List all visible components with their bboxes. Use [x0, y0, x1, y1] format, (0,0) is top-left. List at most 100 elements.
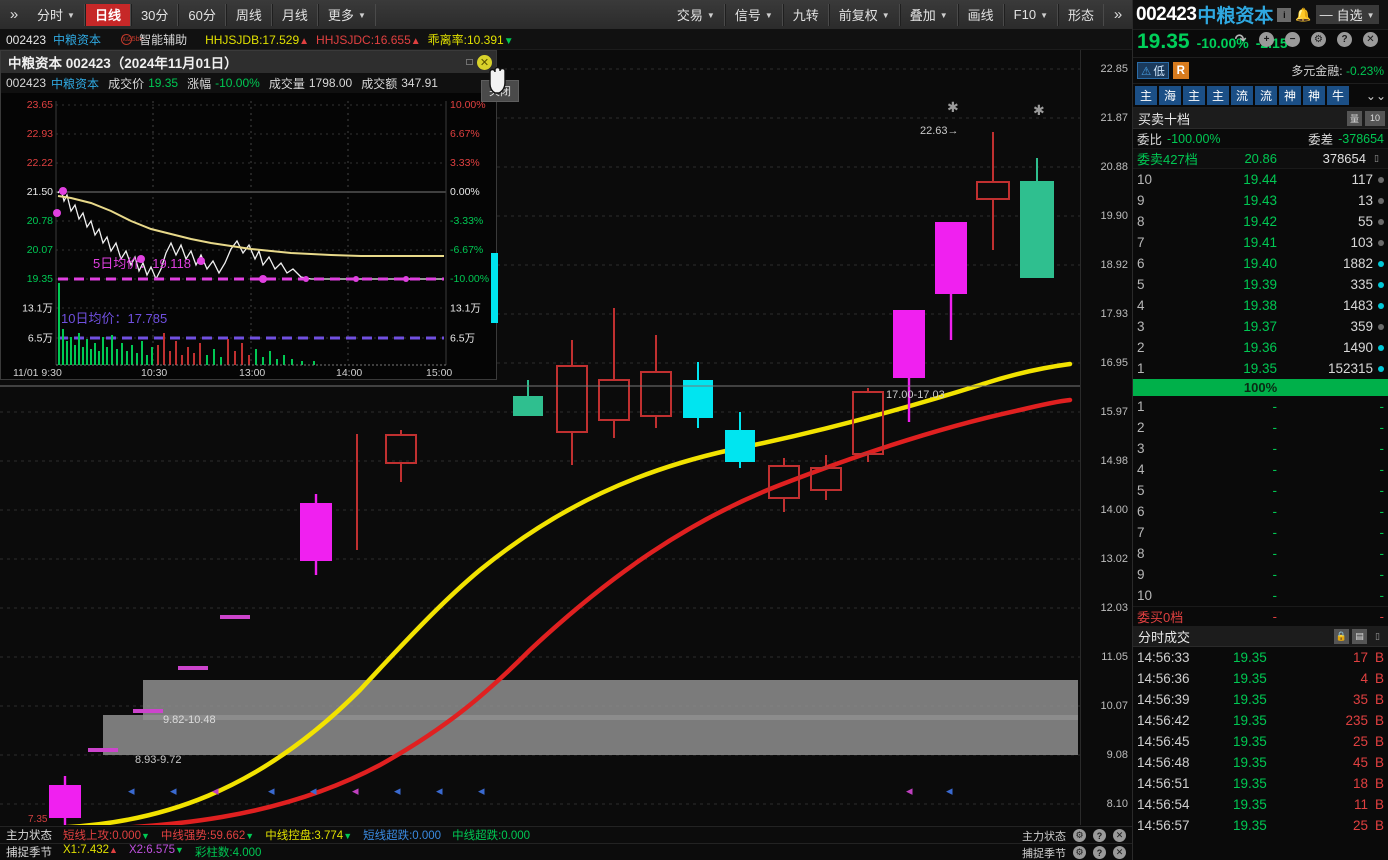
watchlist-button[interactable]: — 自选 ▼ — [1315, 5, 1379, 24]
indicator-hhjsjdb: HHJSJDB:17.529▲ — [205, 32, 310, 47]
orderbook-buy-row[interactable]: 7 - - — [1133, 522, 1388, 543]
gear-icon[interactable]: ⚙ — [1073, 829, 1086, 842]
indicator-item: 中线超跌:0.000 — [452, 830, 531, 842]
zoom-in-icon[interactable]: + — [1259, 32, 1274, 47]
close-icon[interactable]: ✕ — [1363, 32, 1378, 47]
orderbook-buy-row[interactable]: 3 - - — [1133, 438, 1388, 459]
tick-time: 14:56:39 — [1137, 692, 1190, 707]
toolbar-right-button[interactable]: F10 ▼ — [1003, 3, 1058, 26]
orderbook-sell-row[interactable]: 4 19.38 1483 — [1133, 295, 1388, 316]
feature-chip[interactable]: 主 — [1207, 86, 1229, 105]
toolbar-left-button[interactable]: 分时 ▼ — [28, 3, 85, 26]
orderbook-buy-row[interactable]: 6 - - — [1133, 501, 1388, 522]
orderbook-sell-row[interactable]: 10 19.44 117 — [1133, 169, 1388, 190]
chevron-down-icon[interactable]: ▼ — [358, 11, 366, 20]
feature-chip[interactable]: 流 — [1231, 86, 1253, 105]
orderbook-buy-row[interactable]: 5 - - — [1133, 480, 1388, 501]
orderbook-sell-row[interactable]: 8 19.42 55 — [1133, 211, 1388, 232]
lock-icon[interactable]: 🔒 — [1334, 628, 1349, 644]
tick-side: B — [1374, 734, 1384, 749]
sector-label[interactable]: 多元金融: -0.23% — [1291, 62, 1384, 79]
level-indicator-dot — [1378, 323, 1384, 330]
risk-label: 低 — [1153, 65, 1165, 78]
orderbook-sell-row[interactable]: 9 19.43 13 — [1133, 190, 1388, 211]
r-badge[interactable]: R — [1172, 62, 1189, 79]
toolbar-overflow-icon[interactable]: » — [1104, 0, 1132, 30]
feature-chip[interactable]: 流 — [1255, 86, 1277, 105]
chevron-down-icon[interactable]: ▼ — [882, 11, 890, 20]
orderbook-buy-row[interactable]: 4 - - — [1133, 459, 1388, 480]
volume-toggle-icon[interactable]: 量 — [1347, 110, 1362, 126]
level-badge[interactable]: 10 — [1365, 110, 1385, 126]
orderbook-sell-row[interactable]: 5 19.39 335 — [1133, 274, 1388, 295]
chevron-down-icon[interactable]: ▼ — [940, 11, 948, 20]
orderbook-sell-row[interactable]: 6 19.40 1882 — [1133, 253, 1388, 274]
risk-badge[interactable]: ⚠ 低 — [1137, 62, 1169, 79]
minute-chart-window[interactable]: 中粮资本 002423（2024年11月01日） □ ✕ 002423 中粮资本… — [0, 50, 498, 380]
minute-window-titlebar[interactable]: 中粮资本 002423（2024年11月01日） □ ✕ — [1, 51, 496, 73]
toolbar-right-button[interactable]: 叠加 ▼ — [899, 3, 958, 26]
orderbook-buy-row[interactable]: 9 - - — [1133, 564, 1388, 585]
orderbook-sell-row[interactable]: 1 19.35 152315 — [1133, 358, 1388, 379]
close-icon[interactable]: ✕ — [1113, 846, 1126, 859]
level-number: 3 — [1137, 441, 1145, 456]
toolbar-right-button[interactable]: 九转 — [782, 3, 829, 26]
orderbook-sell-row[interactable]: 7 19.41 103 — [1133, 232, 1388, 253]
toolbar-left-button[interactable]: 周线 — [225, 3, 272, 26]
toolbar-left-button[interactable]: 月线 — [271, 3, 318, 26]
help-icon[interactable]: ? — [1093, 829, 1106, 842]
toolbar-right-button[interactable]: 形态 — [1057, 3, 1104, 26]
toolbar-left-button[interactable]: 60分 — [178, 3, 226, 26]
smart-assist-label[interactable]: 智能辅助 — [139, 31, 187, 48]
minute-chart-body[interactable]: 5日均价：19.118 10日均价：17.785 23.65 22.93 22.22… — [1, 93, 498, 379]
feature-chip[interactable]: 主 — [1135, 86, 1157, 105]
expand-icon[interactable]: ▯ — [1369, 151, 1384, 166]
level-qty: 117 — [1351, 172, 1373, 187]
toolbar-right-button[interactable]: 交易 ▼ — [668, 3, 725, 26]
dropdown-circle-icon[interactable]: \u25be — [121, 34, 143, 45]
feature-chip[interactable]: 主 — [1183, 86, 1205, 105]
chevron-down-icon[interactable]: ▼ — [765, 11, 773, 20]
expand-icon[interactable]: ▯ — [1370, 629, 1385, 644]
toolbar-left-button[interactable]: 30分 — [130, 3, 179, 26]
price-axis-tick: 16.95 — [1100, 357, 1128, 369]
svg-text:✱: ✱ — [947, 99, 959, 115]
orderbook-buy-row[interactable]: 8 - - — [1133, 543, 1388, 564]
feature-chip[interactable]: 牛 — [1327, 86, 1349, 105]
redo-icon[interactable]: ↷ — [1233, 31, 1248, 47]
help-icon[interactable]: ? — [1093, 846, 1106, 859]
level-number: 9 — [1137, 193, 1145, 208]
feature-chip[interactable]: 神 — [1303, 86, 1325, 105]
chevron-down-icon[interactable]: ▼ — [67, 11, 75, 20]
chevron-down-icon[interactable]: ⌄⌄ — [1366, 89, 1386, 103]
bell-icon[interactable]: 🔔 — [1295, 7, 1311, 23]
toolbar-right-button[interactable]: 画线 — [957, 3, 1004, 26]
info-icon[interactable]: i — [1277, 7, 1292, 22]
feature-chip[interactable]: 神 — [1279, 86, 1301, 105]
help-icon[interactable]: ? — [1337, 32, 1352, 47]
toolbar-right-button[interactable]: 信号 ▼ — [724, 3, 783, 26]
volume-icon[interactable]: ▤ — [1352, 628, 1367, 644]
orderbook-sell-row[interactable]: 3 19.37 359 — [1133, 316, 1388, 337]
chevron-down-icon[interactable]: ▼ — [707, 11, 715, 20]
orderbook-sell-row[interactable]: 2 19.36 1490 — [1133, 337, 1388, 358]
chevron-down-icon[interactable]: ▼ — [1040, 11, 1048, 20]
toolbar-button-label: F10 — [1013, 7, 1037, 22]
restore-icon[interactable]: □ — [462, 55, 477, 70]
gear-icon[interactable]: ⚙ — [1311, 32, 1326, 47]
zoom-out-icon[interactable]: − — [1285, 32, 1300, 47]
svg-text:◂: ◂ — [352, 783, 359, 798]
close-icon[interactable]: ✕ — [1113, 829, 1126, 842]
info-name: 中粮资本 — [53, 33, 102, 47]
orderbook-buy-row[interactable]: 10 - - — [1133, 585, 1388, 606]
minute-change: -10.00% — [215, 76, 260, 90]
level-price: - — [1272, 420, 1278, 435]
gear-icon[interactable]: ⚙ — [1073, 846, 1086, 859]
feature-chip[interactable]: 海 — [1159, 86, 1181, 105]
toolbar-left-button[interactable]: 日线 — [84, 3, 131, 26]
toolbar-left-button[interactable]: 更多 ▼ — [317, 3, 376, 26]
orderbook-buy-row[interactable]: 2 - - — [1133, 417, 1388, 438]
toolbar-right-button[interactable]: 前复权 ▼ — [828, 3, 900, 26]
toolbar-expand-icon[interactable]: » — [0, 0, 28, 30]
orderbook-buy-row[interactable]: 1 - - — [1133, 396, 1388, 417]
